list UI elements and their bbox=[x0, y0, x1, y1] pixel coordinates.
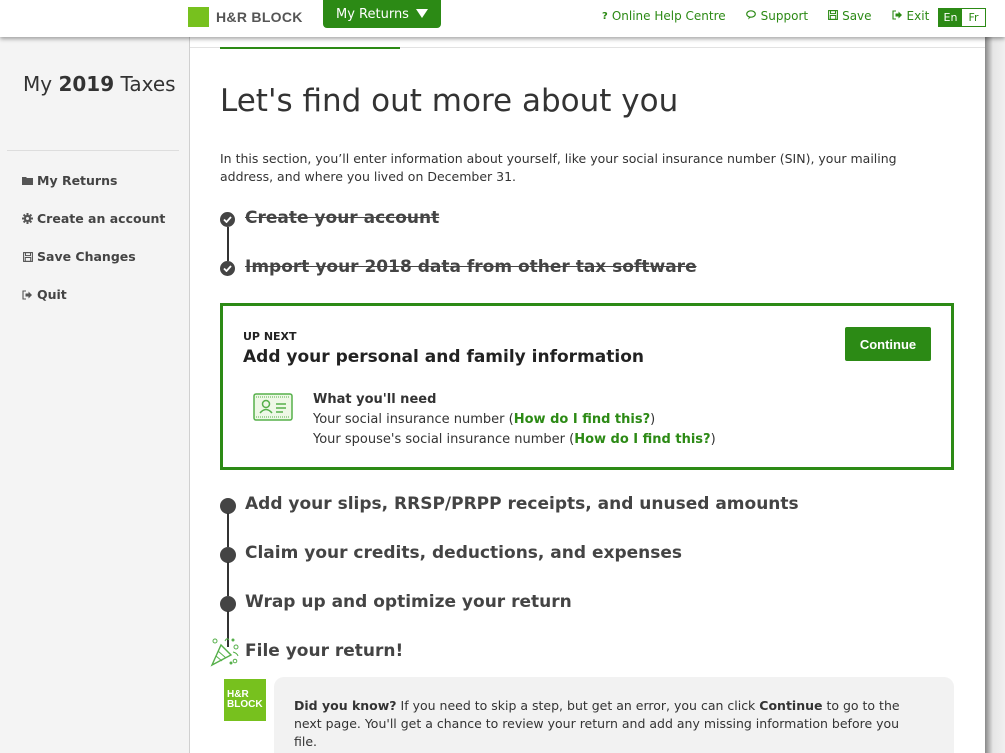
step-claim-credits: Claim your credits, deductions, and expe… bbox=[245, 543, 683, 563]
online-help-label: Online Help Centre bbox=[611, 9, 726, 23]
step-dot-icon bbox=[220, 498, 236, 514]
save-icon bbox=[22, 251, 33, 262]
sidebar-item-label: Create an account bbox=[37, 211, 166, 226]
step-connector bbox=[227, 562, 229, 596]
chat-icon bbox=[745, 9, 757, 23]
step-dot-icon bbox=[220, 547, 236, 563]
hr-block-tip-logo: H&R BLOCK bbox=[224, 679, 266, 721]
what-you-need-heading: What you'll need bbox=[313, 392, 437, 407]
id-card-icon bbox=[253, 393, 293, 425]
tip-text: Did you know? If you need to skip a step… bbox=[294, 697, 924, 751]
sidebar-item-label: Quit bbox=[37, 287, 67, 302]
step-file-return: File your return! bbox=[245, 641, 404, 661]
step-wrap-up: Wrap up and optimize your return bbox=[245, 592, 572, 612]
sidebar-title-year: 2019 bbox=[58, 72, 115, 96]
step-import-data: Import your 2018 data from other tax sof… bbox=[245, 257, 697, 277]
support-link[interactable]: Support bbox=[745, 9, 809, 23]
top-bar: H&R BLOCK My Returns ? Online Help Centr… bbox=[0, 0, 1005, 37]
caret-down-icon bbox=[416, 9, 428, 18]
sidebar-item-label: Save Changes bbox=[37, 249, 136, 264]
how-do-i-find-this-link[interactable]: How do I find this? bbox=[514, 412, 650, 427]
step-connector bbox=[227, 227, 229, 261]
step-connector bbox=[227, 513, 229, 547]
up-next-card: UP NEXT Add your personal and family inf… bbox=[220, 303, 954, 470]
tip-logo-line2: BLOCK bbox=[227, 699, 263, 710]
need-item: Your spouse's social insurance number (H… bbox=[313, 430, 716, 450]
online-help-link[interactable]: ? Online Help Centre bbox=[602, 9, 726, 23]
up-next-title: Add your personal and family information bbox=[243, 347, 644, 367]
exit-icon bbox=[891, 9, 903, 23]
sidebar-item-label: My Returns bbox=[37, 173, 118, 188]
save-label: Save bbox=[842, 9, 872, 23]
what-you-need: What you'll need Your social insurance n… bbox=[313, 390, 716, 450]
brand-name: H&R BLOCK bbox=[216, 9, 303, 25]
window-scroll-edge bbox=[985, 37, 1005, 753]
tip-lead: Did you know? bbox=[294, 698, 397, 713]
exit-link[interactable]: Exit bbox=[891, 9, 930, 23]
language-toggle: En Fr bbox=[938, 8, 986, 27]
question-icon: ? bbox=[602, 10, 608, 22]
party-popper-icon bbox=[209, 635, 241, 671]
need-item-text: Your spouse's social insurance number ( bbox=[313, 432, 575, 447]
save-link[interactable]: Save bbox=[828, 9, 872, 23]
check-circle-icon bbox=[220, 212, 235, 227]
sidebar-item-quit[interactable]: Quit bbox=[22, 287, 67, 302]
tip-text-part1: If you need to skip a step, but get an e… bbox=[396, 698, 760, 713]
check-circle-icon bbox=[220, 261, 235, 276]
step-create-account: Create your account bbox=[245, 208, 440, 228]
need-item-after: ) bbox=[650, 412, 656, 427]
sidebar-item-my-returns[interactable]: My Returns bbox=[22, 173, 117, 188]
progress-indicator bbox=[220, 47, 400, 49]
hr-block-logo[interactable]: H&R BLOCK bbox=[188, 7, 303, 27]
sidebar-title-post: Taxes bbox=[120, 72, 176, 96]
gear-icon bbox=[22, 213, 33, 224]
exit-label: Exit bbox=[906, 9, 930, 23]
intro-text: In this section, you’ll enter informatio… bbox=[220, 151, 897, 184]
did-you-know-tip: Did you know? If you need to skip a step… bbox=[274, 677, 954, 753]
need-item-text: Your social insurance number ( bbox=[313, 412, 514, 427]
main-content: Let's find out more about you In this se… bbox=[190, 37, 985, 753]
sidebar-item-save-changes[interactable]: Save Changes bbox=[22, 249, 136, 264]
sidebar-divider bbox=[7, 150, 179, 151]
need-item: Your social insurance number (How do I f… bbox=[313, 410, 716, 430]
support-label: Support bbox=[760, 9, 809, 23]
up-next-label: UP NEXT bbox=[243, 330, 297, 343]
folder-icon bbox=[22, 175, 33, 186]
continue-button[interactable]: Continue bbox=[845, 327, 931, 361]
sidebar-title-pre: My bbox=[23, 72, 53, 96]
sidebar: My 2019 Taxes My Returns Create an accou… bbox=[0, 37, 190, 753]
top-links: ? Online Help Centre Support Save Exit bbox=[602, 9, 949, 23]
save-icon bbox=[828, 9, 839, 23]
need-item-after: ) bbox=[710, 432, 716, 447]
sidebar-title: My 2019 Taxes bbox=[23, 72, 176, 96]
lang-en-button[interactable]: En bbox=[939, 9, 962, 26]
page-title: Let's find out more about you bbox=[220, 83, 679, 119]
my-returns-dropdown[interactable]: My Returns bbox=[323, 0, 441, 28]
logo-square-icon bbox=[188, 7, 209, 27]
lang-fr-button[interactable]: Fr bbox=[962, 9, 985, 26]
step-add-slips: Add your slips, RRSP/PRPP receipts, and … bbox=[245, 494, 799, 514]
how-do-i-find-this-link[interactable]: How do I find this? bbox=[574, 432, 710, 447]
step-dot-icon bbox=[220, 596, 236, 612]
exit-icon bbox=[22, 289, 33, 300]
tip-continue-emphasis: Continue bbox=[759, 698, 823, 713]
my-returns-label: My Returns bbox=[336, 6, 409, 22]
sidebar-item-create-account[interactable]: Create an account bbox=[22, 211, 165, 226]
